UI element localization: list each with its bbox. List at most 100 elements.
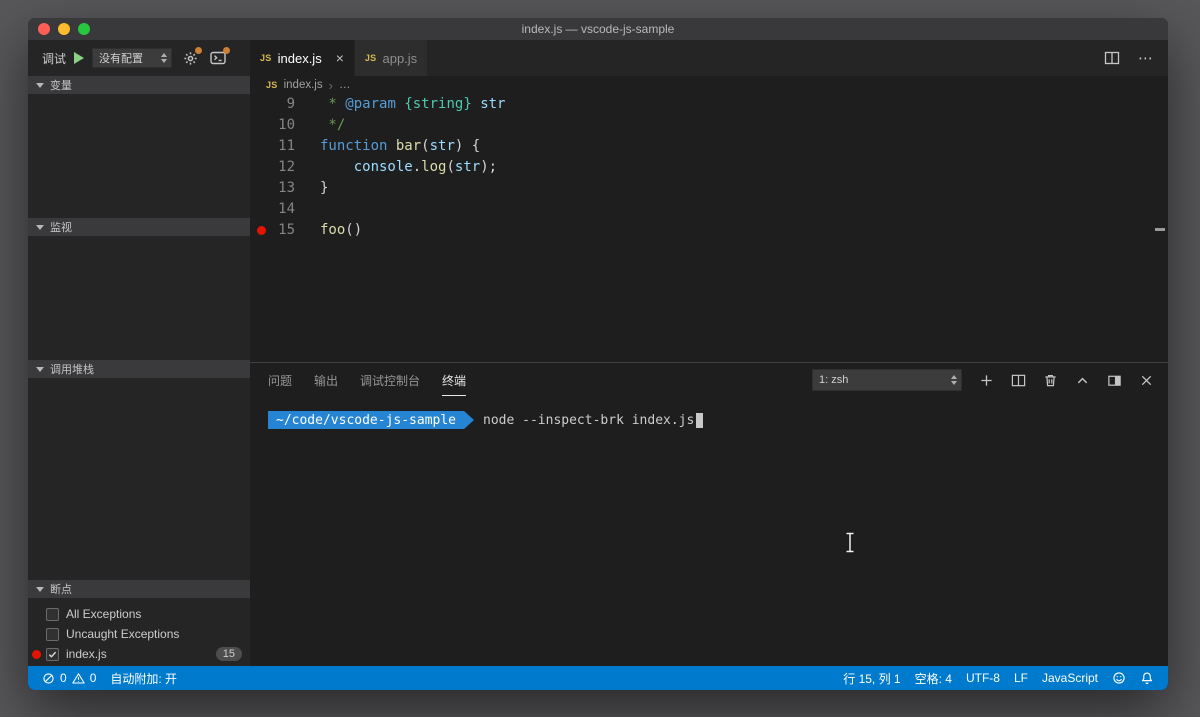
line-number: 13	[278, 180, 295, 196]
js-file-icon: JS	[266, 80, 278, 90]
collapse-triangle-icon	[36, 587, 44, 592]
close-tab-icon[interactable]: ×	[336, 51, 344, 65]
breakpoint-row-uncaught-exceptions[interactable]: Uncaught Exceptions	[28, 624, 250, 644]
code-line-11[interactable]: 11 function bar(str) {	[250, 136, 1168, 157]
breakpoint-icon[interactable]	[257, 226, 266, 235]
section-header-watch[interactable]: 监视	[28, 218, 250, 236]
notifications-button[interactable]	[1140, 671, 1154, 685]
dropdown-stepper-icon	[161, 53, 167, 63]
terminal-output[interactable]: ~/code/vscode-js-sample node --inspect-b…	[250, 397, 1168, 666]
zoom-window-button[interactable]	[78, 23, 90, 35]
breakpoint-line-badge: 15	[216, 647, 242, 661]
breadcrumb-file[interactable]: index.js	[284, 79, 323, 91]
gutter-line-9[interactable]: 9	[250, 94, 320, 115]
kill-terminal-button[interactable]	[1042, 372, 1058, 388]
panel-position-button[interactable]	[1106, 372, 1122, 388]
section-label: 断点	[50, 581, 72, 597]
gutter-line-10[interactable]: 10	[250, 115, 320, 136]
checkbox-checked[interactable]	[46, 648, 59, 661]
breakpoint-label: All Exceptions	[66, 607, 141, 621]
gutter-line-15[interactable]: 15	[250, 220, 320, 241]
collapse-triangle-icon	[36, 83, 44, 88]
code-line-12[interactable]: 12 console.log(str);	[250, 157, 1168, 178]
traffic-lights	[38, 18, 90, 40]
section-header-variables[interactable]: 变量	[28, 76, 250, 94]
debug-config-dropdown[interactable]: 没有配置	[92, 48, 172, 68]
code-editor[interactable]: 9 * @param {string} str 10 */ 11 functio…	[250, 94, 1168, 362]
collapse-triangle-icon	[36, 367, 44, 372]
panel-tab-output[interactable]: 输出	[314, 364, 338, 396]
minimize-window-button[interactable]	[58, 23, 70, 35]
cursor-position-status[interactable]: 行 15, 列 1	[843, 670, 900, 687]
auto-attach-status[interactable]: 自动附加: 开	[110, 670, 177, 687]
tab-app-js[interactable]: JS app.js	[355, 40, 428, 76]
variables-panel-body	[28, 94, 250, 218]
checkbox-unchecked[interactable]	[46, 628, 59, 641]
section-label: 调用堆栈	[50, 361, 94, 377]
debug-sidebar: 调试 没有配置	[28, 40, 250, 666]
code-line-15[interactable]: 15 foo()	[250, 220, 1168, 241]
close-icon	[1139, 373, 1154, 388]
code-line-13[interactable]: 13 }	[250, 178, 1168, 199]
language-mode-status[interactable]: JavaScript	[1042, 671, 1098, 685]
split-editor-button[interactable]	[1102, 48, 1122, 68]
panel-position-icon	[1107, 373, 1122, 388]
watch-panel-body	[28, 236, 250, 360]
error-count: 0	[60, 671, 67, 685]
tab-index-js[interactable]: JS index.js ×	[250, 40, 355, 76]
more-actions-button[interactable]: ⋯	[1138, 49, 1154, 67]
breadcrumb-symbol[interactable]: …	[339, 79, 351, 91]
breadcrumb[interactable]: JS index.js › …	[250, 76, 1168, 94]
powerline-arrow-icon	[464, 411, 474, 429]
code-line-10[interactable]: 10 */	[250, 115, 1168, 136]
terminal-prompt-line: ~/code/vscode-js-sample node --inspect-b…	[268, 411, 1168, 429]
section-header-call-stack[interactable]: 调用堆栈	[28, 360, 250, 378]
indentation-status[interactable]: 空格: 4	[915, 670, 952, 687]
terminal-cursor	[696, 413, 703, 428]
panel-tab-problems[interactable]: 问题	[268, 364, 292, 396]
maximize-panel-button[interactable]	[1074, 372, 1090, 388]
gutter-line-14[interactable]: 14	[250, 199, 320, 220]
warning-icon	[72, 672, 85, 685]
warning-count: 0	[90, 671, 97, 685]
debug-settings-button[interactable]	[180, 48, 200, 68]
breakpoint-row-index-js[interactable]: index.js 15	[28, 644, 250, 664]
split-panel-icon	[1011, 373, 1026, 388]
code-line-14[interactable]: 14	[250, 199, 1168, 220]
close-panel-button[interactable]	[1138, 372, 1154, 388]
terminal-picker-dropdown[interactable]: 1: zsh	[812, 369, 962, 391]
breakpoint-row-all-exceptions[interactable]: All Exceptions	[28, 604, 250, 624]
trash-icon	[1043, 373, 1058, 388]
section-header-breakpoints[interactable]: 断点	[28, 580, 250, 598]
panel-tab-debug-console[interactable]: 调试控制台	[360, 364, 420, 396]
new-terminal-button[interactable]	[978, 372, 994, 388]
gutter-line-11[interactable]: 11	[250, 136, 320, 157]
bottom-panel: 问题 输出 调试控制台 终端 1: zsh	[250, 362, 1168, 666]
gutter-line-12[interactable]: 12	[250, 157, 320, 178]
vscode-window: index.js — vscode-js-sample 调试 没有配置	[28, 18, 1168, 690]
overview-ruler-mark	[1155, 228, 1165, 231]
start-debug-button[interactable]	[74, 52, 84, 64]
tab-label: index.js	[278, 51, 322, 66]
breakpoint-dot-icon	[32, 650, 41, 659]
error-icon	[42, 672, 55, 685]
feedback-button[interactable]	[1112, 671, 1126, 685]
checkbox-unchecked[interactable]	[46, 608, 59, 621]
gutter-line-13[interactable]: 13	[250, 178, 320, 199]
panel-header: 问题 输出 调试控制台 终端 1: zsh	[250, 363, 1168, 397]
line-number: 9	[287, 96, 295, 112]
line-number: 14	[278, 201, 295, 217]
eol-status[interactable]: LF	[1014, 671, 1028, 685]
panel-tab-terminal[interactable]: 终端	[442, 364, 466, 396]
encoding-status[interactable]: UTF-8	[966, 671, 1000, 685]
chevron-up-icon	[1075, 373, 1090, 388]
split-terminal-button[interactable]	[1010, 372, 1026, 388]
check-icon	[47, 649, 58, 660]
debug-console-button[interactable]	[208, 48, 228, 68]
debug-toolbar: 调试 没有配置	[28, 40, 250, 76]
close-window-button[interactable]	[38, 23, 50, 35]
js-file-icon: JS	[260, 53, 272, 63]
code-line-9[interactable]: 9 * @param {string} str	[250, 94, 1168, 115]
split-editor-icon	[1104, 50, 1120, 66]
problems-status[interactable]: 0 0	[42, 671, 96, 685]
